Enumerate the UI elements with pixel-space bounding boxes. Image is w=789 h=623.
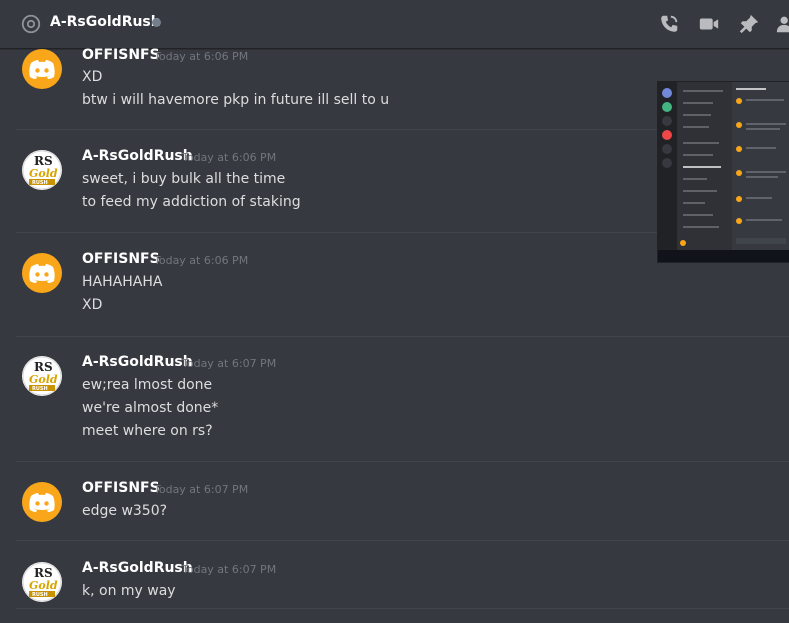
message-line: ew;rea lmost done: [82, 377, 213, 393]
embedded-guild-bar: [658, 82, 677, 250]
message-author[interactable]: A-RsGoldRush: [82, 148, 193, 164]
message-timestamp: Today at 6:07 PM: [154, 483, 249, 496]
svg-text:RUSH: RUSH: [32, 180, 48, 186]
message-line: HAHAHAHA: [82, 274, 163, 290]
at-sign-icon: [21, 14, 41, 34]
message-author[interactable]: OFFISNFS: [82, 480, 160, 496]
message-divider: [16, 608, 789, 609]
channel-header: A-RsGoldRush: [0, 0, 789, 49]
message-timestamp: Today at 6:06 PM: [154, 254, 249, 267]
rs-gold-rush-logo-icon: RS Gold RUSH: [22, 150, 62, 190]
message-timestamp: Today at 6:06 PM: [154, 50, 249, 63]
message-line: sweet, i buy bulk all the time: [82, 171, 286, 187]
rs-gold-rush-logo-icon: RS Gold RUSH: [22, 356, 62, 396]
message-divider: [16, 540, 789, 541]
message-line: k, on my way: [82, 583, 176, 599]
message-timestamp: Today at 6:07 PM: [182, 563, 277, 576]
svg-text:RS: RS: [34, 360, 53, 374]
voice-call-icon[interactable]: [658, 13, 680, 35]
message-author[interactable]: OFFISNFS: [82, 251, 160, 267]
embedded-channel-list: [677, 82, 732, 250]
message-line: XD: [82, 297, 103, 313]
svg-text:Gold: Gold: [29, 373, 58, 386]
pin-icon[interactable]: [738, 13, 760, 35]
discord-logo-icon: [29, 493, 55, 512]
svg-text:Gold: Gold: [29, 167, 58, 180]
message-line: XD: [82, 69, 103, 85]
add-member-icon[interactable]: [775, 13, 789, 35]
message-author[interactable]: A-RsGoldRush: [82, 560, 193, 576]
message-author[interactable]: OFFISNFS: [82, 47, 160, 63]
avatar[interactable]: RS Gold RUSH: [22, 356, 62, 396]
message-line: edge w350?: [82, 503, 168, 519]
message-line: btw i will havemore pkp in future ill se…: [82, 92, 390, 108]
message-divider: [16, 461, 789, 462]
avatar[interactable]: RS Gold RUSH: [22, 150, 62, 190]
message-author[interactable]: A-RsGoldRush: [82, 354, 193, 370]
video-call-icon[interactable]: [698, 13, 720, 35]
svg-text:RS: RS: [34, 154, 53, 168]
discord-logo-icon: [29, 60, 55, 79]
channel-title: A-RsGoldRush: [50, 14, 161, 30]
rs-gold-rush-logo-icon: RS Gold RUSH: [22, 562, 62, 602]
message-timestamp: Today at 6:06 PM: [182, 151, 277, 164]
avatar[interactable]: [22, 253, 62, 293]
message-line: meet where on rs?: [82, 423, 213, 439]
avatar[interactable]: RS Gold RUSH: [22, 562, 62, 602]
svg-text:RUSH: RUSH: [32, 592, 48, 598]
svg-text:Gold: Gold: [29, 579, 58, 592]
message-line: we're almost done*: [82, 400, 219, 416]
embedded-message-pane: [732, 82, 789, 250]
embedded-taskbar: [658, 250, 789, 262]
status-indicator: [152, 18, 161, 27]
avatar[interactable]: [22, 49, 62, 89]
avatar[interactable]: [22, 482, 62, 522]
embedded-screenshot-image[interactable]: [657, 81, 789, 263]
message-line: to feed my addiction of staking: [82, 194, 301, 210]
message-divider: [16, 336, 789, 337]
svg-text:RUSH: RUSH: [32, 386, 48, 392]
svg-text:RS: RS: [34, 566, 53, 580]
message-timestamp: Today at 6:07 PM: [182, 357, 277, 370]
discord-logo-icon: [29, 264, 55, 283]
